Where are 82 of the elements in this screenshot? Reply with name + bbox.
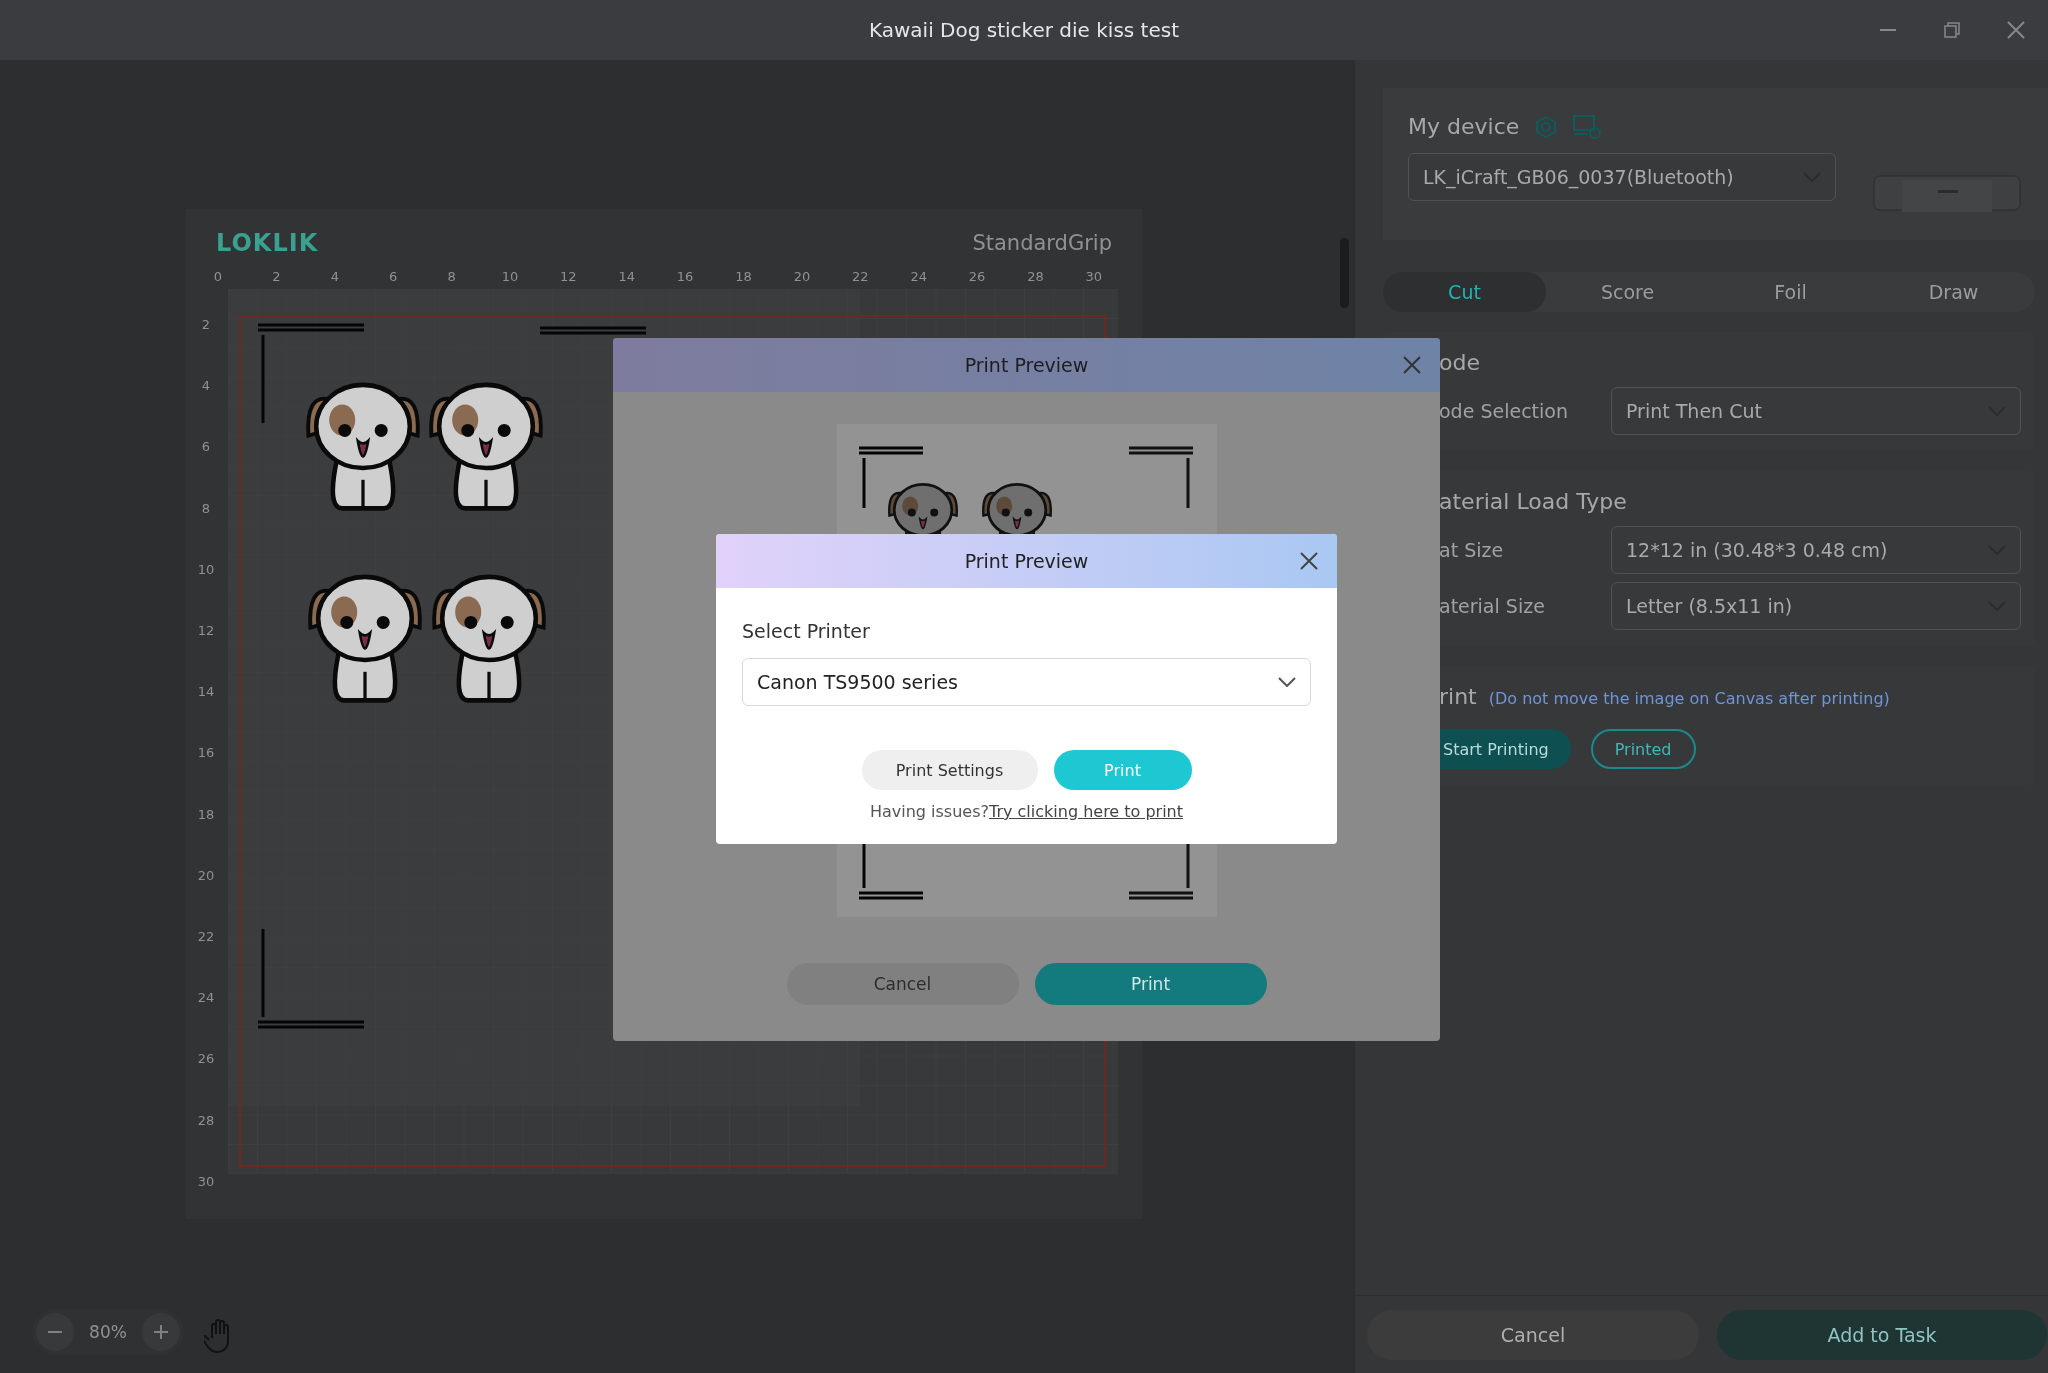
- print-help-link[interactable]: Try clicking here to print: [989, 802, 1184, 821]
- minimize-icon: [1880, 29, 1896, 31]
- ruler-number: 2: [200, 317, 212, 332]
- field-label: aterial Size: [1439, 595, 1546, 617]
- ruler-number: 18: [196, 806, 216, 822]
- ruler-number: 12: [559, 268, 578, 284]
- close-button[interactable]: [1402, 355, 1422, 375]
- section-heading: ode: [1439, 349, 1481, 377]
- setting-select[interactable]: 12*12 in (30.48*3 0.48 cm): [1611, 526, 2021, 574]
- ruler-number: 20: [792, 268, 812, 284]
- monitor-icon[interactable]: [1573, 114, 1602, 139]
- printer-select[interactable]: Canon TS9500 series: [742, 658, 1311, 706]
- field-label: Select Printer: [742, 620, 871, 642]
- operation-tab[interactable]: Cut: [1383, 272, 1546, 312]
- ruler-number: 14: [196, 684, 216, 700]
- print-button[interactable]: Print: [1034, 963, 1267, 1005]
- ruler-number: 12: [196, 623, 216, 638]
- zoom-level: 80%: [89, 1322, 127, 1342]
- mat-type-label: StandardGrip: [972, 231, 1112, 255]
- setting-select[interactable]: Letter (8.5x11 in): [1611, 582, 2021, 630]
- zoom-in-button[interactable]: [142, 1313, 180, 1351]
- section-heading: aterial Load Type: [1439, 488, 1628, 516]
- close-button[interactable]: [1299, 551, 1319, 571]
- gear-icon[interactable]: [1535, 115, 1558, 138]
- registration-mark-icon: [257, 323, 364, 423]
- ruler-number: 20: [196, 867, 216, 883]
- ruler-number: 26: [967, 268, 987, 284]
- window-title: Kawaii Dog sticker die kiss test: [869, 18, 1179, 42]
- ruler-number: 28: [196, 1112, 216, 1128]
- operation-tab[interactable]: Score: [1546, 272, 1709, 312]
- close-icon: [1402, 355, 1422, 375]
- help-text: Having issues?: [869, 802, 989, 821]
- operation-tab[interactable]: Foil: [1709, 272, 1872, 312]
- field-label: at Size: [1439, 539, 1505, 561]
- ruler-number: 24: [909, 268, 928, 284]
- close-icon: [1299, 551, 1319, 571]
- ruler-number: 8: [446, 268, 457, 284]
- ruler-number: 28: [1026, 268, 1045, 284]
- ruler-number: 30: [1084, 268, 1104, 284]
- registration-mark-icon: [257, 929, 364, 1029]
- dialog-title: Print Preview: [964, 354, 1089, 376]
- ruler-number: 26: [196, 1051, 216, 1067]
- ruler-number: 6: [200, 439, 212, 455]
- device-select[interactable]: LK_iCraft_GB06_0037(Bluetooth): [1408, 153, 1836, 201]
- setting-select[interactable]: Print Then Cut: [1611, 387, 2021, 435]
- registration-mark-icon: [1128, 446, 1193, 508]
- ruler-number: 2: [271, 268, 282, 284]
- registration-mark-icon: [539, 326, 646, 338]
- ruler-number: 18: [734, 268, 753, 284]
- print-settings-button[interactable]: Print Settings: [861, 750, 1038, 790]
- ruler-number: 16: [675, 268, 695, 284]
- ruler-number: 24: [196, 990, 216, 1006]
- chevron-down-icon: [1278, 677, 1296, 687]
- brand-logo: LOKLIK: [216, 229, 319, 257]
- plus-icon: [154, 1325, 168, 1339]
- ruler-number: 4: [200, 378, 212, 394]
- section-heading: rint: [1439, 684, 1477, 709]
- ruler-number: 10: [500, 268, 520, 284]
- device-heading: My device: [1408, 114, 1520, 139]
- registration-mark-icon: [858, 446, 923, 508]
- cancel-button[interactable]: Cancel: [1367, 1309, 1699, 1360]
- restore-icon: [1944, 22, 1960, 38]
- print-action-button[interactable]: Printed: [1590, 729, 1696, 769]
- print-note: (Do not move the image on Canvas after printing): [1488, 689, 1890, 708]
- dialog-title: Print Preview: [964, 550, 1089, 572]
- field-label: ode Selection: [1439, 400, 1569, 422]
- ruler-number: 8: [200, 500, 212, 516]
- ruler-number: 22: [851, 268, 870, 284]
- ruler-number: 0: [212, 268, 224, 284]
- ruler-number: 22: [196, 929, 216, 945]
- close-icon: [2006, 20, 2026, 40]
- zoom-out-button[interactable]: [36, 1313, 74, 1351]
- ruler-number: 30: [196, 1173, 216, 1189]
- ruler-number: 16: [196, 745, 216, 761]
- ruler-number: 4: [329, 268, 340, 284]
- operation-tab[interactable]: Draw: [1872, 272, 2035, 312]
- ruler-number: 14: [617, 268, 636, 284]
- add-to-task-button[interactable]: Add to Task: [1717, 1309, 2047, 1360]
- cancel-button[interactable]: Cancel: [786, 963, 1019, 1005]
- ruler-number: 6: [388, 268, 399, 284]
- minus-icon: [48, 1331, 62, 1333]
- ruler-number: 10: [196, 561, 216, 577]
